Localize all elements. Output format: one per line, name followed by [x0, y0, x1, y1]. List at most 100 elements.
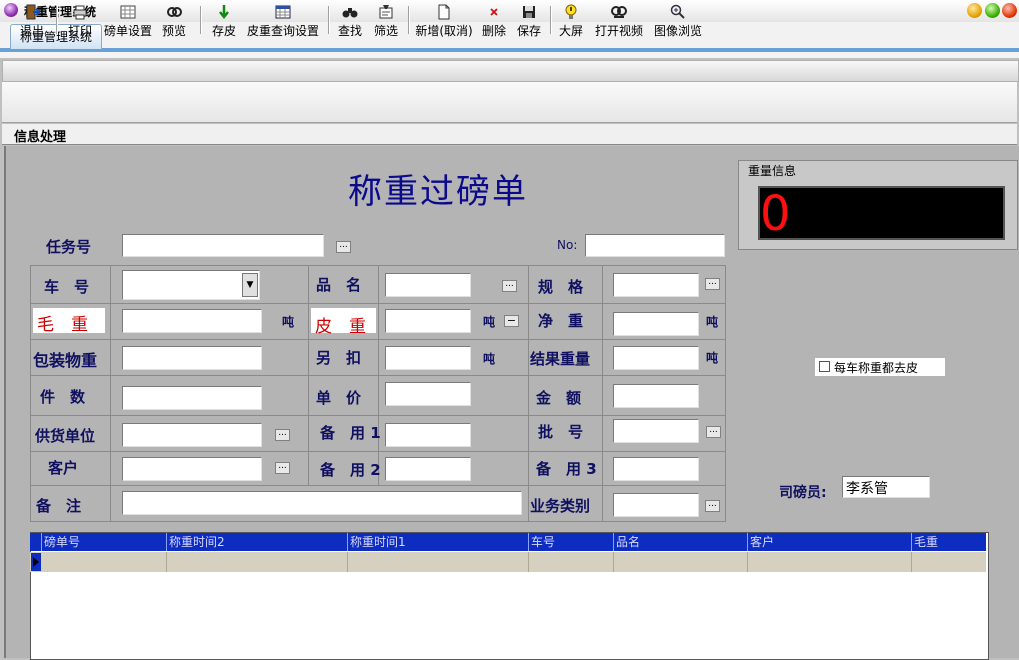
form-grid-line: [110, 265, 111, 521]
new-button[interactable]: 新增(取消): [414, 4, 474, 38]
save-tare-button[interactable]: 存皮: [210, 4, 238, 38]
supplier-picker-button[interactable]: ...: [275, 429, 290, 441]
toolbar-separator: [408, 6, 410, 34]
slip-no-input[interactable]: [585, 234, 725, 257]
grid-settings-icon: [102, 4, 154, 20]
delete-x-icon: [480, 4, 508, 20]
form-grid-line: [30, 265, 31, 521]
result-weight-input[interactable]: [613, 346, 699, 370]
minimize-button[interactable]: [967, 3, 982, 18]
toolbar-separator: [200, 6, 202, 34]
supplier-input[interactable]: [122, 423, 262, 447]
product-name-input[interactable]: [385, 273, 471, 297]
find-button[interactable]: 查找: [336, 4, 364, 38]
weight-info-title: 重量信息: [748, 164, 797, 178]
remark-input[interactable]: [122, 491, 522, 515]
product-name-picker-button[interactable]: ...: [502, 280, 517, 292]
preview-label: 预览: [161, 24, 186, 38]
customer-input[interactable]: [122, 457, 262, 481]
grid-col-gross[interactable]: 毛重: [911, 533, 986, 551]
vehicle-no-select[interactable]: [122, 270, 260, 300]
maximize-button[interactable]: [985, 3, 1000, 18]
grid-col-weigh-time2[interactable]: 称重时间2: [166, 533, 347, 551]
grid-col-product-name[interactable]: 品名: [613, 533, 747, 551]
amount-label: 金 额: [536, 389, 582, 407]
reserve2-label: 备 用 2: [320, 461, 381, 479]
task-no-input[interactable]: [122, 234, 324, 257]
grid-col-vehicle-no[interactable]: 车号: [528, 533, 613, 551]
reserve2-input[interactable]: [385, 457, 471, 481]
customer-picker-button[interactable]: ...: [275, 462, 290, 474]
business-type-label: 业务类别: [530, 497, 591, 515]
business-type-picker-button[interactable]: ...: [705, 500, 720, 512]
row-pointer-icon: [33, 557, 39, 567]
filter-button[interactable]: 筛选: [372, 4, 400, 38]
task-no-picker-button[interactable]: ...: [336, 241, 351, 253]
delete-button[interactable]: 删除: [480, 4, 508, 38]
reserve3-input[interactable]: [613, 457, 699, 481]
preview-button[interactable]: 预览: [160, 4, 188, 38]
result-weight-label: 结果重量: [530, 350, 591, 368]
section-header: 信息处理: [2, 124, 1017, 145]
chevron-down-icon[interactable]: ▼: [242, 273, 258, 297]
vehicle-no-label: 车 号: [44, 278, 90, 296]
supplier-label: 供货单位: [35, 427, 96, 445]
grid-cell-divider: [911, 552, 912, 572]
net-label: 净 重: [538, 312, 584, 330]
tare-label: 皮 重: [315, 317, 366, 337]
deduction-input[interactable]: [385, 346, 471, 370]
package-weight-input[interactable]: [122, 346, 262, 370]
amount-input[interactable]: [613, 384, 699, 408]
unit-price-input[interactable]: [385, 382, 471, 406]
slip-settings-label: 磅单设置: [103, 24, 152, 38]
slip-settings-button[interactable]: 磅单设置: [102, 4, 154, 38]
toolbar-separator: [328, 6, 330, 34]
find-label: 查找: [337, 24, 362, 38]
weight-display: [758, 186, 1005, 240]
exit-door-icon: [18, 4, 46, 20]
down-arrow-icon: [210, 4, 238, 20]
no-label: No:: [557, 238, 578, 252]
floppy-disk-icon: [515, 4, 543, 20]
tare-query-settings-button[interactable]: 皮重查询设置: [246, 4, 320, 38]
gross-weight-input[interactable]: [122, 309, 262, 333]
unit-price-label: 单 价: [316, 389, 362, 407]
open-video-label: 打开视频: [594, 24, 643, 38]
save-button[interactable]: 保存: [515, 4, 543, 38]
batch-no-input[interactable]: [613, 419, 699, 443]
form-grid-line: [378, 265, 379, 486]
tare-weight-input[interactable]: [385, 309, 471, 333]
toolbar: [2, 82, 1017, 123]
pieces-input[interactable]: [122, 386, 262, 410]
deduction-unit: 吨: [483, 352, 496, 366]
big-screen-button[interactable]: 大屏: [557, 4, 585, 38]
filter-label: 筛选: [373, 24, 398, 38]
image-browse-button[interactable]: 图像浏览: [653, 4, 703, 38]
spec-input[interactable]: [613, 273, 699, 297]
grid-col-weigh-time1[interactable]: 称重时间1: [347, 533, 528, 551]
exit-label: 退出: [19, 24, 44, 38]
open-video-button[interactable]: 打开视频: [594, 4, 644, 38]
tare-every-time-checkbox[interactable]: [819, 361, 830, 372]
big-screen-label: 大屏: [558, 24, 583, 38]
business-type-input[interactable]: [613, 493, 699, 517]
grid-cell-divider: [347, 552, 348, 572]
reserve1-input[interactable]: [385, 423, 471, 447]
pieces-label: 件 数: [40, 388, 86, 406]
close-button[interactable]: [1002, 3, 1017, 18]
batch-no-picker-button[interactable]: ...: [706, 426, 721, 438]
tare-minus-button[interactable]: −: [504, 315, 519, 327]
net-weight-input[interactable]: [613, 312, 699, 336]
table-row[interactable]: [30, 552, 986, 572]
grid-col-slip-no[interactable]: 磅单号: [41, 533, 166, 551]
app-icon: [4, 3, 18, 17]
new-document-icon: [414, 4, 474, 20]
section-title: 信息处理: [14, 130, 67, 145]
print-button[interactable]: 打印: [66, 4, 94, 38]
spec-label: 规 格: [538, 278, 584, 296]
grid-col-customer[interactable]: 客户: [747, 533, 911, 551]
spec-picker-button[interactable]: ...: [705, 278, 720, 290]
calendar-grid-icon: [246, 4, 320, 20]
operator-input[interactable]: 李系管: [842, 476, 930, 498]
exit-button[interactable]: 退出: [18, 4, 46, 38]
